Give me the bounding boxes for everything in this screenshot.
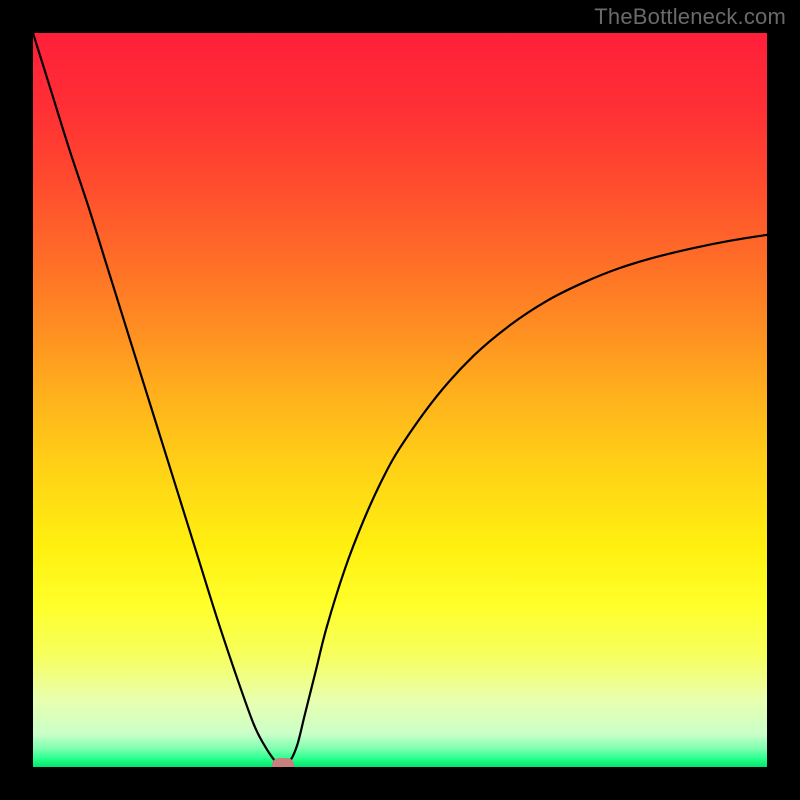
chart-frame: TheBottleneck.com xyxy=(0,0,800,800)
gradient-background xyxy=(33,33,767,767)
watermark-text: TheBottleneck.com xyxy=(594,4,786,30)
chart-svg xyxy=(33,33,767,767)
plot-area xyxy=(33,33,767,767)
optimal-point-marker xyxy=(272,758,294,767)
